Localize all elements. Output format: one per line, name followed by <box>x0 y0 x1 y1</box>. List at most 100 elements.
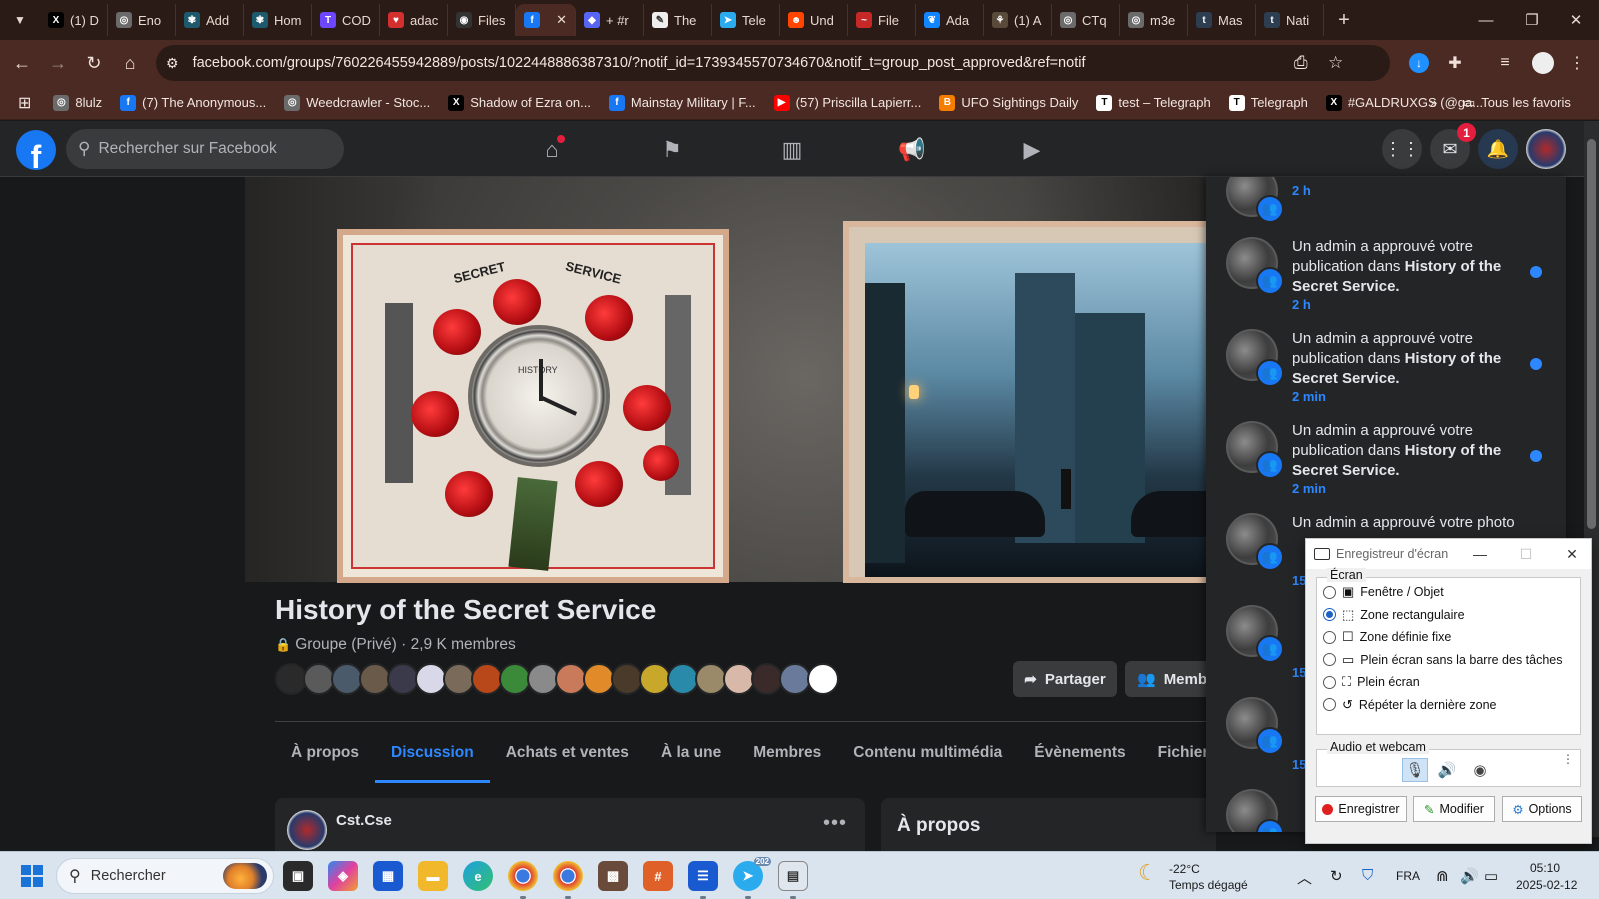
post-more-button[interactable]: ••• <box>823 812 847 835</box>
capture-mode-option[interactable]: ⬚ Zone rectangulaire <box>1323 607 1465 623</box>
download-icon[interactable]: ↓ <box>1406 50 1432 76</box>
url-text[interactable]: facebook.com/groups/760226455942889/post… <box>193 55 1086 71</box>
bookmark-item[interactable]: ◎ Weedcrawler - Stoc... <box>284 94 430 111</box>
weather-moon-icon[interactable]: ☾ <box>1138 860 1158 886</box>
facebook-search-input[interactable]: ⚲ Rechercher sur Facebook <box>66 129 344 169</box>
recorder-app-icon[interactable]: ▤ <box>778 861 808 891</box>
group-meta-text[interactable]: Groupe (Privé) · 2,9 K membres <box>295 636 516 654</box>
browser-tab[interactable]: X (1) D <box>40 4 108 36</box>
bookmark-item[interactable]: X Shadow of Ezra on... <box>448 94 591 111</box>
browser-tab[interactable]: ✾ Hom <box>244 4 312 36</box>
post-author-name[interactable]: Cst.Cse <box>336 812 392 829</box>
home-nav-icon[interactable]: ⌂ <box>535 133 569 167</box>
close-window-button[interactable]: ✕ <box>1553 0 1599 40</box>
bookmark-item[interactable]: X #GALDRUXGS (@ga... <box>1325 94 1483 111</box>
groups-nav-icon[interactable]: ▥ <box>775 133 809 167</box>
security-shield-icon[interactable]: ⛉ <box>1362 867 1373 884</box>
browser-tab[interactable]: ☻ Und <box>780 4 848 36</box>
messenger-icon[interactable]: ✉ 1 <box>1430 123 1476 169</box>
browser-menu-icon[interactable]: ⋮ <box>1564 50 1590 76</box>
members-button[interactable]: 👥 Membres <box>1125 661 1215 697</box>
browser-tab[interactable]: ◆ + #r <box>576 4 644 36</box>
bookmark-item[interactable]: B UFO Sightings Daily <box>939 94 1078 111</box>
bookmark-item[interactable]: Ttest – Telegraph <box>1096 94 1211 111</box>
group-tab[interactable]: Discussion <box>375 723 490 783</box>
minimize-button[interactable]: — <box>1463 0 1509 40</box>
hashtag-app-icon[interactable]: # <box>643 861 673 891</box>
start-button[interactable] <box>21 865 43 887</box>
share-button[interactable]: ➦ Partager <box>1013 661 1117 697</box>
group-title[interactable]: History of the Secret Service <box>275 594 656 626</box>
weather-temp[interactable]: -22°C <box>1169 862 1200 876</box>
capture-mode-option[interactable]: ▭ Plein écran sans la barre des tâches <box>1323 652 1563 668</box>
profile-avatar[interactable] <box>1530 50 1556 76</box>
sync-icon[interactable]: ↻ <box>1330 867 1343 885</box>
battery-icon[interactable]: ▭ <box>1484 867 1498 885</box>
edge-icon[interactable]: e <box>463 861 493 891</box>
webcam-icon[interactable]: ◉ <box>1467 758 1493 782</box>
bookmark-item[interactable]: ◎ 8lulz <box>53 94 102 111</box>
clock-time[interactable]: 05:10 <box>1530 861 1560 875</box>
taskbar-search[interactable]: ⚲ Rechercher <box>56 858 274 894</box>
radio-button[interactable] <box>1323 698 1336 711</box>
browser-tab[interactable]: ✾ Add <box>176 4 244 36</box>
back-button[interactable]: ← <box>4 45 40 81</box>
forward-button[interactable]: → <box>40 45 76 81</box>
weather-desc[interactable]: Temps dégagé <box>1169 878 1248 892</box>
browser-tab[interactable]: ~ File <box>848 4 916 36</box>
browser-tab[interactable]: ◉ Files <box>448 4 516 36</box>
group-tab[interactable]: À propos <box>275 723 375 783</box>
bookmark-item[interactable]: ▶ (57) Priscilla Lapierr... <box>773 94 921 111</box>
browser-tab[interactable]: ✎ The <box>644 4 712 36</box>
browser-tab[interactable]: f ✕ <box>516 4 576 36</box>
bookmark-item[interactable]: f Mainstay Military | F... <box>608 94 756 111</box>
watch-nav-icon[interactable]: ▶ <box>1015 133 1049 167</box>
copilot-icon[interactable]: ◈ <box>328 861 358 891</box>
group-tab[interactable]: Évènements <box>1018 723 1141 783</box>
account-avatar[interactable] <box>1526 129 1566 169</box>
browser-tab[interactable]: t Mas <box>1188 4 1256 36</box>
browser-tab[interactable]: ➤ Tele <box>712 4 780 36</box>
clock-date[interactable]: 2025-02-12 <box>1516 878 1577 892</box>
apps-grid-icon[interactable]: ⊞ <box>18 93 31 113</box>
notification-item[interactable]: 👥 Un admin a approuvé votre publication d… <box>1206 321 1566 413</box>
store-icon[interactable]: ▦ <box>373 861 403 891</box>
post-author-avatar[interactable] <box>287 810 327 850</box>
tab-search-button[interactable]: ▼ <box>6 6 34 34</box>
microphone-icon[interactable]: 🎙 <box>1402 758 1428 782</box>
scrollbar-thumb[interactable] <box>1587 139 1596 529</box>
group-tab[interactable]: Membres <box>737 723 837 783</box>
chrome-icon[interactable] <box>508 861 538 891</box>
browser-tab[interactable]: ♥ adac <box>380 4 448 36</box>
browser-tab[interactable]: t Nati <box>1256 4 1324 36</box>
extensions-icon[interactable]: ✚ <box>1442 50 1468 76</box>
member-avatar[interactable] <box>807 663 839 695</box>
radio-button[interactable] <box>1323 675 1336 689</box>
maximize-button[interactable]: ❐ <box>1509 0 1555 40</box>
all-favorites-folder[interactable]: ▭ Tous les favoris <box>1463 95 1571 111</box>
capture-mode-option[interactable]: ↺ Répéter la dernière zone <box>1323 697 1497 713</box>
reload-button[interactable]: ↻ <box>76 45 112 81</box>
edit-button[interactable]: ✎ Modifier <box>1413 796 1495 822</box>
radio-button[interactable] <box>1323 608 1336 621</box>
site-info-icon[interactable]: ⚙ <box>166 55 179 72</box>
install-app-icon[interactable]: ⎙ <box>1294 53 1308 73</box>
notification-item[interactable]: 👥 Un admin a approuvé votre publication d… <box>1206 229 1566 321</box>
options-button[interactable]: ⚙ Options <box>1502 796 1582 822</box>
radio-button[interactable] <box>1323 653 1336 666</box>
capture-mode-option[interactable]: ☐ Zone définie fixe <box>1323 629 1451 645</box>
more-bookmarks-button[interactable]: » <box>1430 95 1437 110</box>
group-tab[interactable]: Contenu multimédia <box>837 723 1018 783</box>
audio-more-icon[interactable]: ⋮ <box>1562 752 1574 766</box>
capture-mode-option[interactable]: ▣ Fenêtre / Objet <box>1323 584 1444 600</box>
pages-nav-icon[interactable]: ⚑ <box>655 133 689 167</box>
record-button[interactable]: Enregistrer <box>1315 796 1407 822</box>
notes-app-icon[interactable]: ☰ <box>688 861 718 891</box>
menu-grid-icon[interactable]: ⋮⋮ <box>1382 129 1422 169</box>
browser-tab[interactable]: ⚘ (1) A <box>984 4 1052 36</box>
language-indicator[interactable]: FRA <box>1396 869 1420 883</box>
radio-button[interactable] <box>1323 585 1336 599</box>
notification-item[interactable]: 👥 Un admin a approuvé votre publication d… <box>1206 413 1566 505</box>
tray-overflow-icon[interactable]: ︿ <box>1297 867 1312 888</box>
recorder-minimize-button[interactable]: — <box>1465 539 1495 569</box>
